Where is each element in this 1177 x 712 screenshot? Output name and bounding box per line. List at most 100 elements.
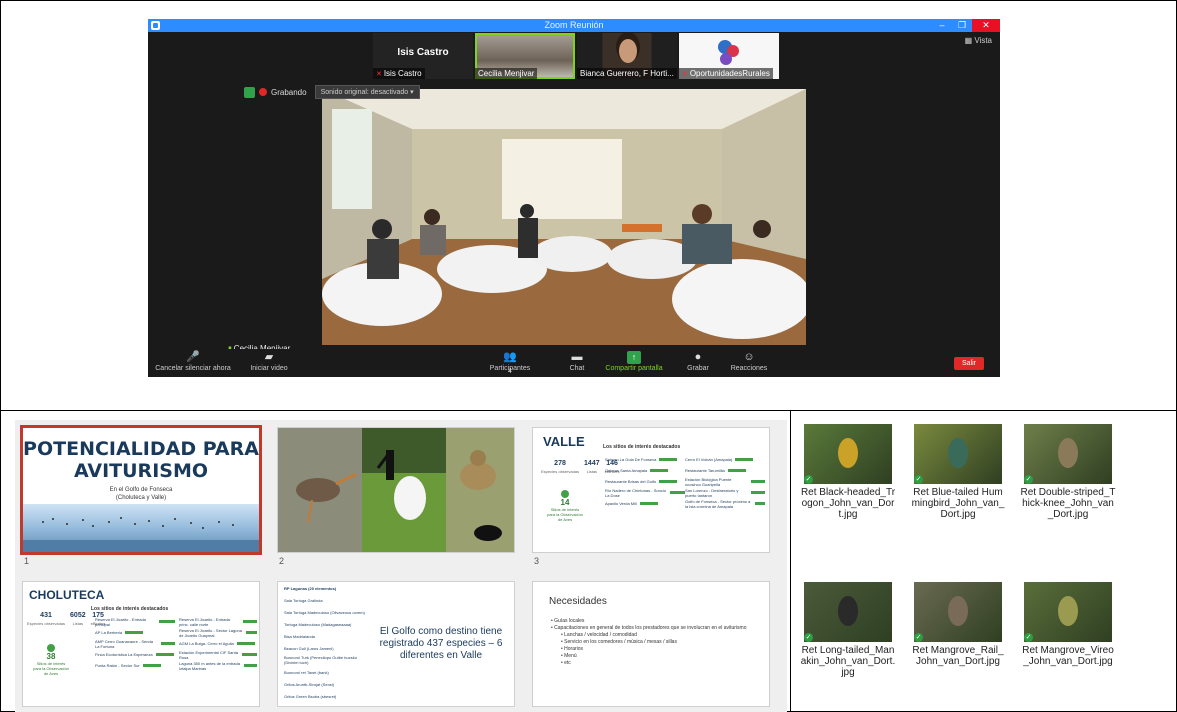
file-item[interactable]: ✓ Ret Mangrove_Rail_John_van_Dort.jpg bbox=[910, 582, 1006, 667]
slide-thumbnail-1[interactable]: POTENCIALIDAD PARA AVITURISMO En el Golf… bbox=[20, 425, 262, 555]
file-item[interactable]: ✓ Ret Mangrove_Vireo_John_van_Dort.jpg bbox=[1020, 582, 1116, 667]
slide-4-site-list: Reserva El Jicarito - Entrada principal … bbox=[95, 616, 175, 671]
file-item[interactable]: ✓ Ret Double-striped_Thick-knee_John_van_… bbox=[1020, 424, 1116, 520]
meeting-toolbar: 🎤 Cancelar silenciar ahora ▰ Iniciar vid… bbox=[148, 349, 1000, 377]
slide-number: 2 bbox=[279, 556, 285, 566]
start-video-button[interactable]: ▰ Iniciar video bbox=[224, 351, 314, 372]
stat: 278 Especies observadas bbox=[541, 460, 580, 474]
file-name: Ret Mangrove_Rail_John_van_Dort.jpg bbox=[912, 645, 1004, 667]
participant-tile[interactable]: Cecilia Menjivar bbox=[475, 33, 575, 79]
bird-image bbox=[948, 596, 968, 626]
leave-meeting-button[interactable]: Salir bbox=[953, 357, 984, 370]
original-sound-button[interactable]: Sonido original: desactivado bbox=[314, 85, 420, 99]
recording-bar: Grabando Sonido original: desactivado bbox=[244, 85, 420, 99]
slide-4-site-list: Reserva El Jicarito - Entrada princ. cal… bbox=[179, 616, 257, 671]
zoom-titlebar: Zoom Reunión – ❐ ✕ bbox=[148, 19, 1000, 32]
slide-5-main-text: El Golfo como destino tiene registrado 4… bbox=[379, 626, 503, 661]
participant-tile[interactable]: OportunidadesRurales bbox=[679, 33, 779, 79]
minimize-icon[interactable]: – bbox=[932, 19, 952, 32]
active-speaker-video bbox=[322, 89, 806, 345]
window-title: Zoom Reunión bbox=[544, 20, 604, 30]
stat: 1447 Listas bbox=[584, 460, 600, 474]
conference-room-image bbox=[322, 89, 806, 345]
participant-face bbox=[619, 39, 637, 63]
participants-icon: 👥4 bbox=[503, 351, 517, 375]
slide-3-subtitle: Los sitios de interés destacados bbox=[603, 444, 681, 450]
file-thumbnail: ✓ bbox=[804, 582, 892, 642]
bird-image bbox=[1058, 596, 1078, 626]
participant-tile[interactable]: Bianca Guerrero, F Horti... bbox=[577, 33, 677, 79]
location-icon bbox=[561, 490, 569, 498]
bird-image bbox=[838, 438, 858, 468]
close-icon[interactable]: ✕ bbox=[972, 19, 1000, 32]
slide-thumbnail-5[interactable]: RP Lagunas (20 elementos) Sala Tortuga G… bbox=[278, 582, 514, 706]
file-thumbnail: ✓ bbox=[914, 424, 1002, 484]
slide-4-stats: 431 Especies observadas 6052 Listas 175 eBi… bbox=[27, 612, 106, 628]
video-gallery: Isis Castro Isis Castro Cecilia Menjivar… bbox=[373, 33, 783, 79]
stat: 6052 Listas bbox=[70, 612, 86, 626]
slide-1-subtitle: En el Golfo de Fonseca (Choluteca y Vall… bbox=[109, 487, 173, 501]
reactions-icon: ☺ bbox=[743, 351, 755, 363]
zoom-app-icon bbox=[151, 21, 160, 30]
participant-big-name: Isis Castro bbox=[397, 47, 449, 58]
bird-image bbox=[948, 438, 968, 468]
security-shield-icon[interactable] bbox=[244, 86, 255, 98]
slide-number: 3 bbox=[534, 556, 540, 566]
participant-tile[interactable]: Isis Castro Isis Castro bbox=[373, 33, 473, 79]
file-item[interactable]: ✓ Ret Long-tailed_Manakin_John_van_Dort.j… bbox=[800, 582, 896, 678]
sync-check-icon: ✓ bbox=[804, 633, 813, 642]
share-screen-icon: ↑ bbox=[627, 351, 641, 364]
stat: 431 Especies observadas bbox=[27, 612, 66, 626]
slide-4-title: CHOLUTECA bbox=[29, 588, 105, 602]
slide-3-site-list: Cerro El Volcán (Amapala) Restaurante Ta… bbox=[685, 454, 765, 509]
zoom-window: Zoom Reunión – ❐ ✕ Isis Castro Isis Cast… bbox=[148, 19, 1000, 377]
microphone-icon: 🎤 bbox=[186, 351, 200, 363]
recording-dot-icon bbox=[259, 88, 267, 96]
file-thumbnail: ✓ bbox=[914, 582, 1002, 642]
participant-name: Isis Castro bbox=[373, 68, 425, 79]
horizontal-divider bbox=[0, 410, 1177, 411]
video-camera-icon: ▰ bbox=[264, 351, 274, 363]
participant-name: Bianca Guerrero, F Horti... bbox=[577, 68, 677, 79]
sync-check-icon: ✓ bbox=[804, 475, 813, 484]
slide-thumbnail-2[interactable] bbox=[278, 428, 514, 552]
file-item[interactable]: ✓ Ret Blue-tailed Hummingbird_John_van_Do… bbox=[910, 424, 1006, 520]
file-thumbnail: ✓ bbox=[1024, 582, 1112, 642]
slide-3-site-list: Sahsen La Gola De Fonseca Galeras Santa … bbox=[605, 454, 685, 509]
slide-3-sites-count: 14 Sitios de interés para la Observación… bbox=[547, 490, 583, 522]
reactions-button[interactable]: ☺ Reacciones bbox=[704, 351, 794, 372]
restore-icon[interactable]: ❐ bbox=[952, 19, 972, 32]
recording-label: Grabando bbox=[271, 87, 307, 97]
file-name: Ret Mangrove_Vireo_John_van_Dort.jpg bbox=[1022, 645, 1114, 667]
slide-thumbnail-4[interactable]: CHOLUTECA Los sitios de interés destacad… bbox=[23, 582, 259, 706]
slide-number: 1 bbox=[24, 556, 30, 566]
slide-thumbnail-6[interactable]: Necesidades Guías locales Capacitaciones… bbox=[533, 582, 769, 706]
file-name: Ret Blue-tailed Hummingbird_John_van_Dor… bbox=[911, 487, 1005, 520]
slide-thumbnail-3[interactable]: VALLE Los sitios de interés destacados 2… bbox=[533, 428, 769, 552]
file-name: Ret Black-headed_Trogon_John_van_Dort.jp… bbox=[800, 487, 896, 520]
file-item[interactable]: ✓ Ret Black-headed_Trogon_John_van_Dort.j… bbox=[800, 424, 896, 520]
participant-name: OportunidadesRurales bbox=[679, 68, 773, 79]
view-button[interactable]: Vista bbox=[965, 36, 992, 45]
slide-1-sea-image bbox=[23, 504, 259, 552]
location-icon bbox=[47, 644, 55, 652]
slide-3-title: VALLE bbox=[543, 434, 585, 449]
bird-image bbox=[1058, 438, 1078, 468]
chat-icon: ▬ bbox=[571, 351, 583, 363]
slide-1-title: POTENCIALIDAD PARA AVITURISMO bbox=[23, 438, 259, 482]
oportunidades-logo-icon bbox=[718, 40, 739, 65]
sync-check-icon: ✓ bbox=[1024, 475, 1033, 484]
participant-name: Cecilia Menjivar bbox=[475, 68, 538, 79]
bird-image bbox=[838, 596, 858, 626]
bird-photos-collage bbox=[278, 428, 514, 552]
slide-4-sites-count: 38 Sitios de interés para la Observación… bbox=[33, 644, 69, 676]
window-controls: – ❐ ✕ bbox=[932, 19, 1000, 32]
slide-sorter: POTENCIALIDAD PARA AVITURISMO En el Golf… bbox=[15, 420, 787, 712]
slide-6-list: Guías locales Capacitaciones en general … bbox=[551, 618, 761, 667]
sync-check-icon: ✓ bbox=[914, 633, 923, 642]
sync-check-icon: ✓ bbox=[1024, 633, 1033, 642]
sync-check-icon: ✓ bbox=[914, 475, 923, 484]
vertical-divider bbox=[790, 410, 791, 712]
bird-flock-image bbox=[23, 517, 259, 552]
file-thumbnail: ✓ bbox=[804, 424, 892, 484]
